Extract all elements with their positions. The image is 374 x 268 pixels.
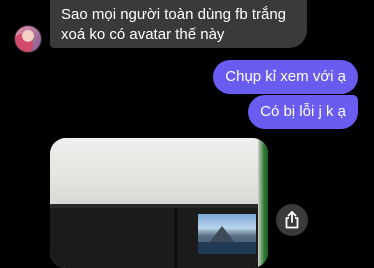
photo-wall-area xyxy=(50,138,268,208)
outgoing-message[interactable]: Chụp kỉ xem với ạ xyxy=(213,60,358,94)
monitor-bezel xyxy=(50,204,258,208)
incoming-message[interactable]: Sao mọi người toàn dùng fb trắng xoá ko … xyxy=(50,0,307,48)
message-text-line: xoá ko có avatar thế này xyxy=(61,26,225,43)
wallpaper-lake xyxy=(198,242,256,254)
monitor-divider xyxy=(174,208,177,268)
photo-attachment[interactable] xyxy=(50,138,268,268)
share-icon xyxy=(285,211,299,229)
share-button[interactable] xyxy=(276,204,308,236)
avatar[interactable] xyxy=(14,25,42,53)
outgoing-message[interactable]: Có bị lỗi j k ạ xyxy=(248,95,358,129)
message-text-line: Sao mọi người toàn dùng fb trắng xyxy=(61,6,287,23)
monitor-wallpaper xyxy=(198,214,256,254)
photo-monitor xyxy=(50,204,258,268)
photo-edge xyxy=(258,138,268,268)
